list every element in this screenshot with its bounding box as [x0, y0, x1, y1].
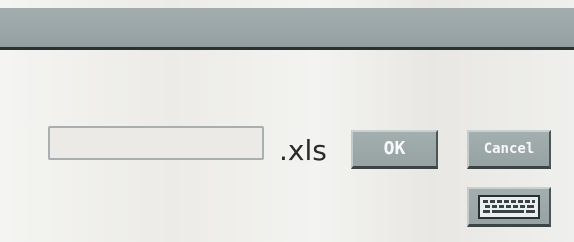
- title-bar: [0, 8, 574, 50]
- ok-button[interactable]: OK: [351, 130, 438, 169]
- keyboard-button[interactable]: [467, 187, 551, 227]
- filename-input[interactable]: [48, 126, 264, 160]
- cancel-button[interactable]: Cancel: [467, 130, 551, 169]
- title-divider: [0, 47, 574, 50]
- keyboard-icon: [478, 194, 540, 219]
- file-extension-label: .xls: [279, 134, 327, 167]
- save-dialog: .xls OK Cancel: [0, 0, 574, 242]
